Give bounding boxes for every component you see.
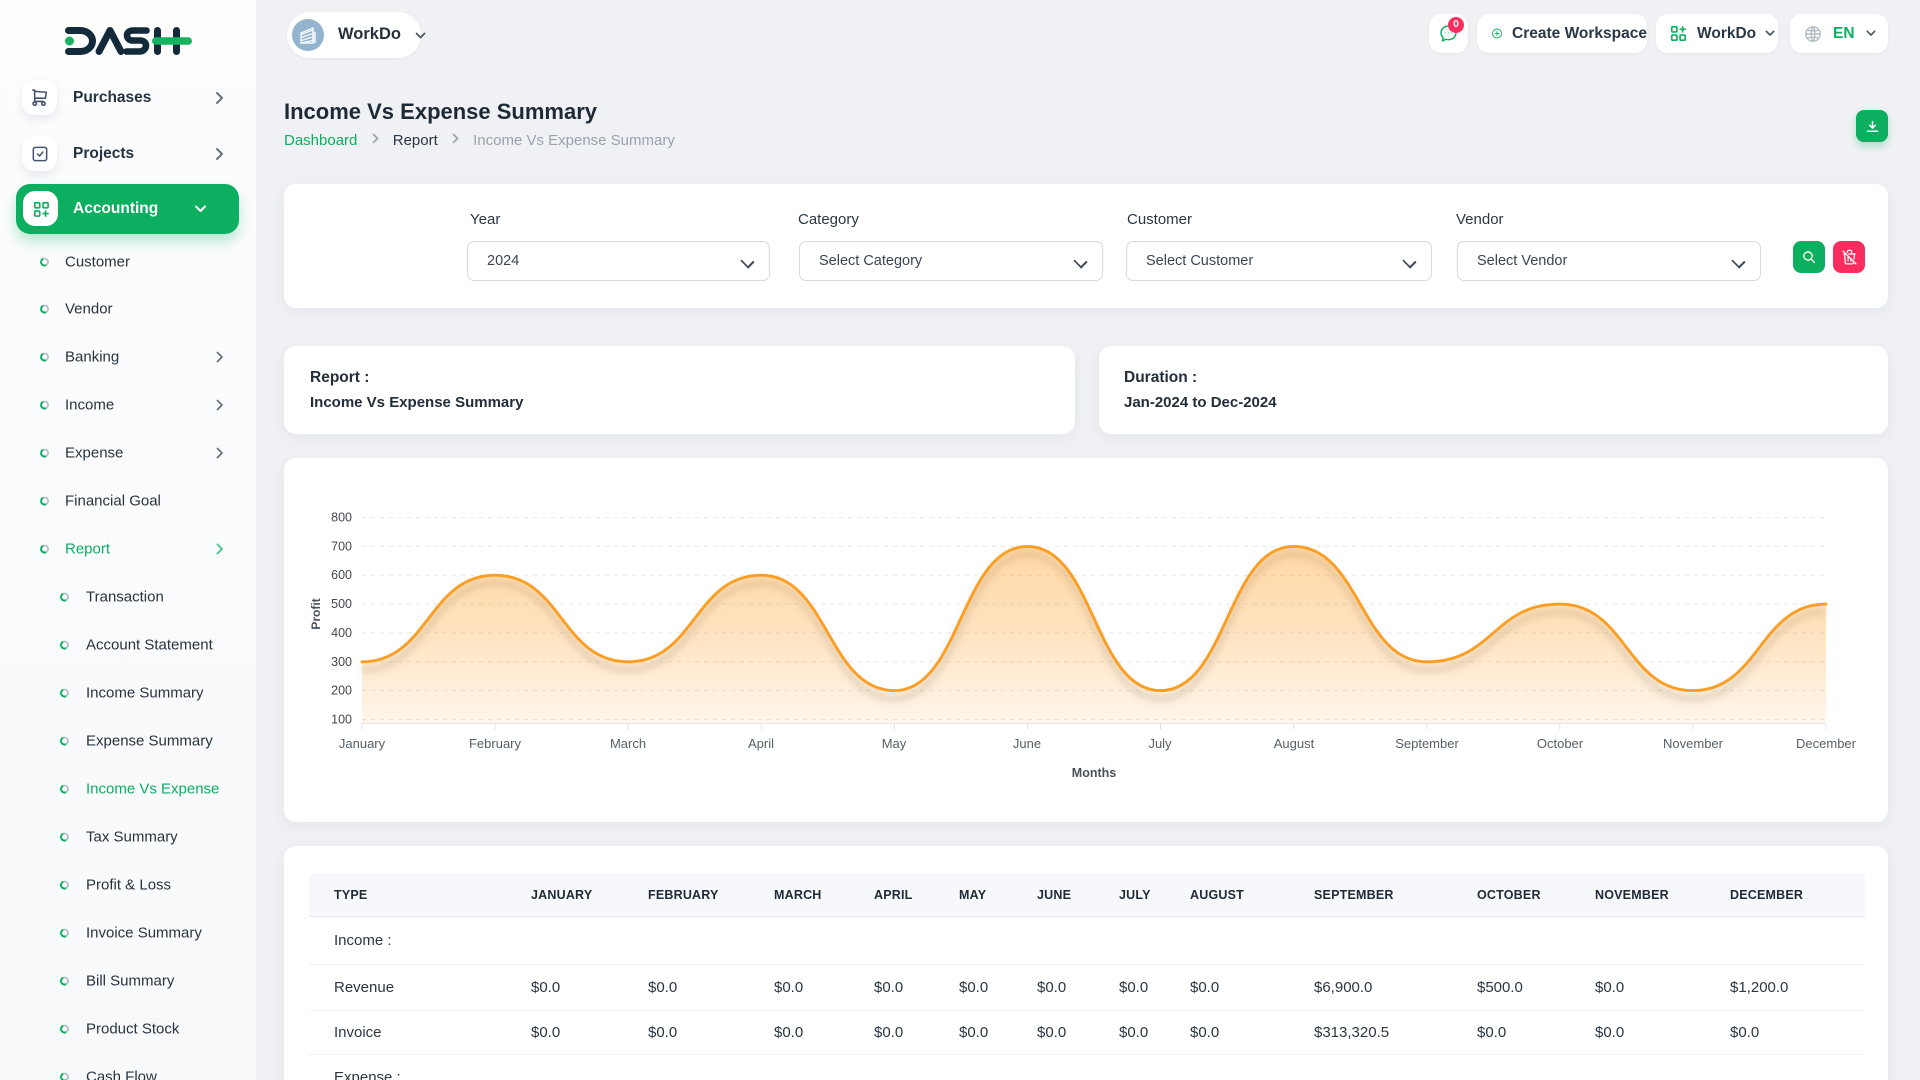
svg-text:December: December xyxy=(1796,736,1857,751)
svg-text:January: January xyxy=(339,736,386,751)
svg-text:Months: Months xyxy=(1072,766,1116,780)
svg-text:700: 700 xyxy=(331,539,352,553)
svg-text:November: November xyxy=(1663,736,1724,751)
svg-text:March: March xyxy=(610,736,646,751)
svg-text:600: 600 xyxy=(331,568,352,582)
svg-text:April: April xyxy=(748,736,774,751)
svg-text:200: 200 xyxy=(331,684,352,698)
svg-text:May: May xyxy=(882,736,907,751)
svg-text:100: 100 xyxy=(331,713,352,727)
svg-text:400: 400 xyxy=(331,626,352,640)
svg-text:August: August xyxy=(1274,736,1315,751)
svg-text:June: June xyxy=(1013,736,1041,751)
svg-text:September: September xyxy=(1395,736,1459,751)
svg-text:February: February xyxy=(469,736,522,751)
svg-text:July: July xyxy=(1148,736,1172,751)
svg-text:Profit: Profit xyxy=(309,598,323,629)
svg-text:October: October xyxy=(1537,736,1584,751)
svg-text:500: 500 xyxy=(331,597,352,611)
svg-text:800: 800 xyxy=(331,511,352,525)
svg-text:300: 300 xyxy=(331,655,352,669)
